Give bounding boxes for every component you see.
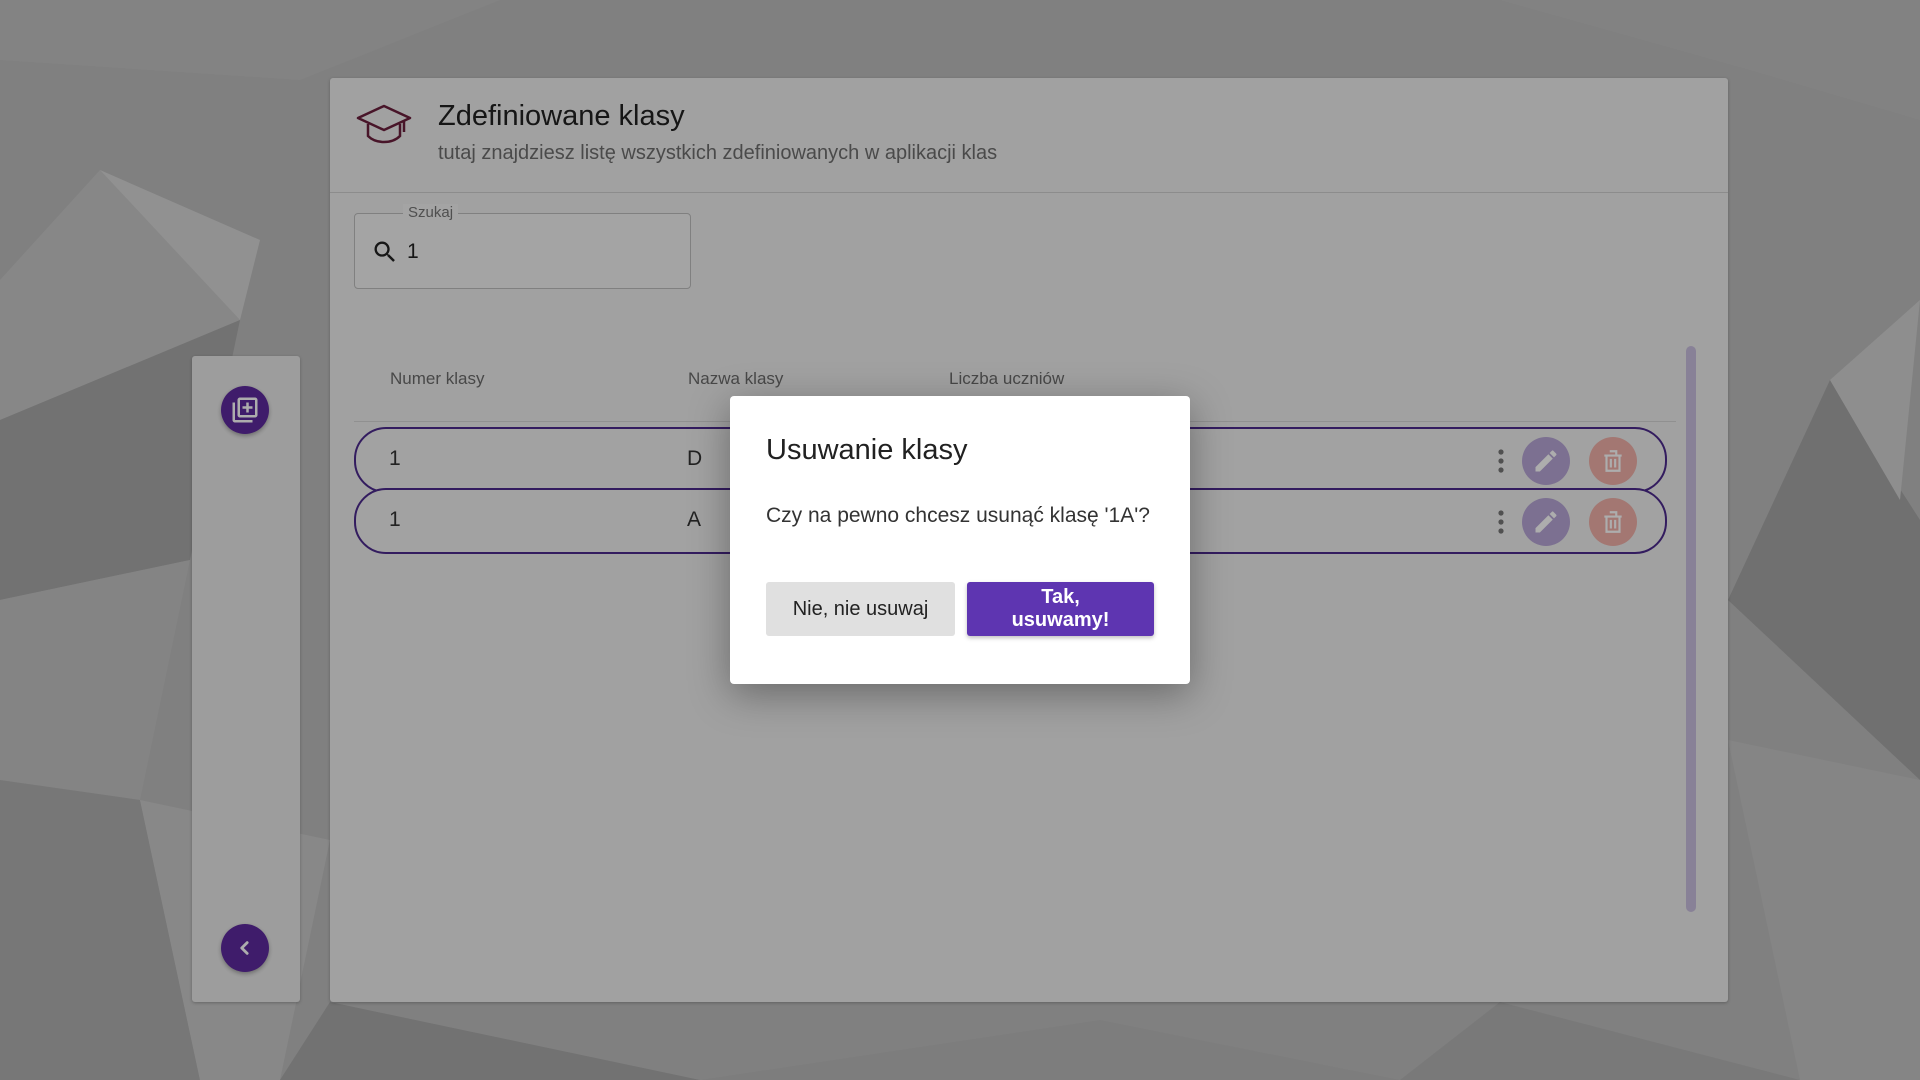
dialog-message: Czy na pewno chcesz usunąć klasę '1A'?: [766, 504, 1150, 527]
dialog-title: Usuwanie klasy: [766, 434, 968, 466]
confirm-delete-button[interactable]: Tak, usuwamy!: [967, 582, 1154, 636]
delete-confirm-dialog: Usuwanie klasy Czy na pewno chcesz usuną…: [730, 396, 1190, 684]
cancel-button[interactable]: Nie, nie usuwaj: [766, 582, 955, 636]
